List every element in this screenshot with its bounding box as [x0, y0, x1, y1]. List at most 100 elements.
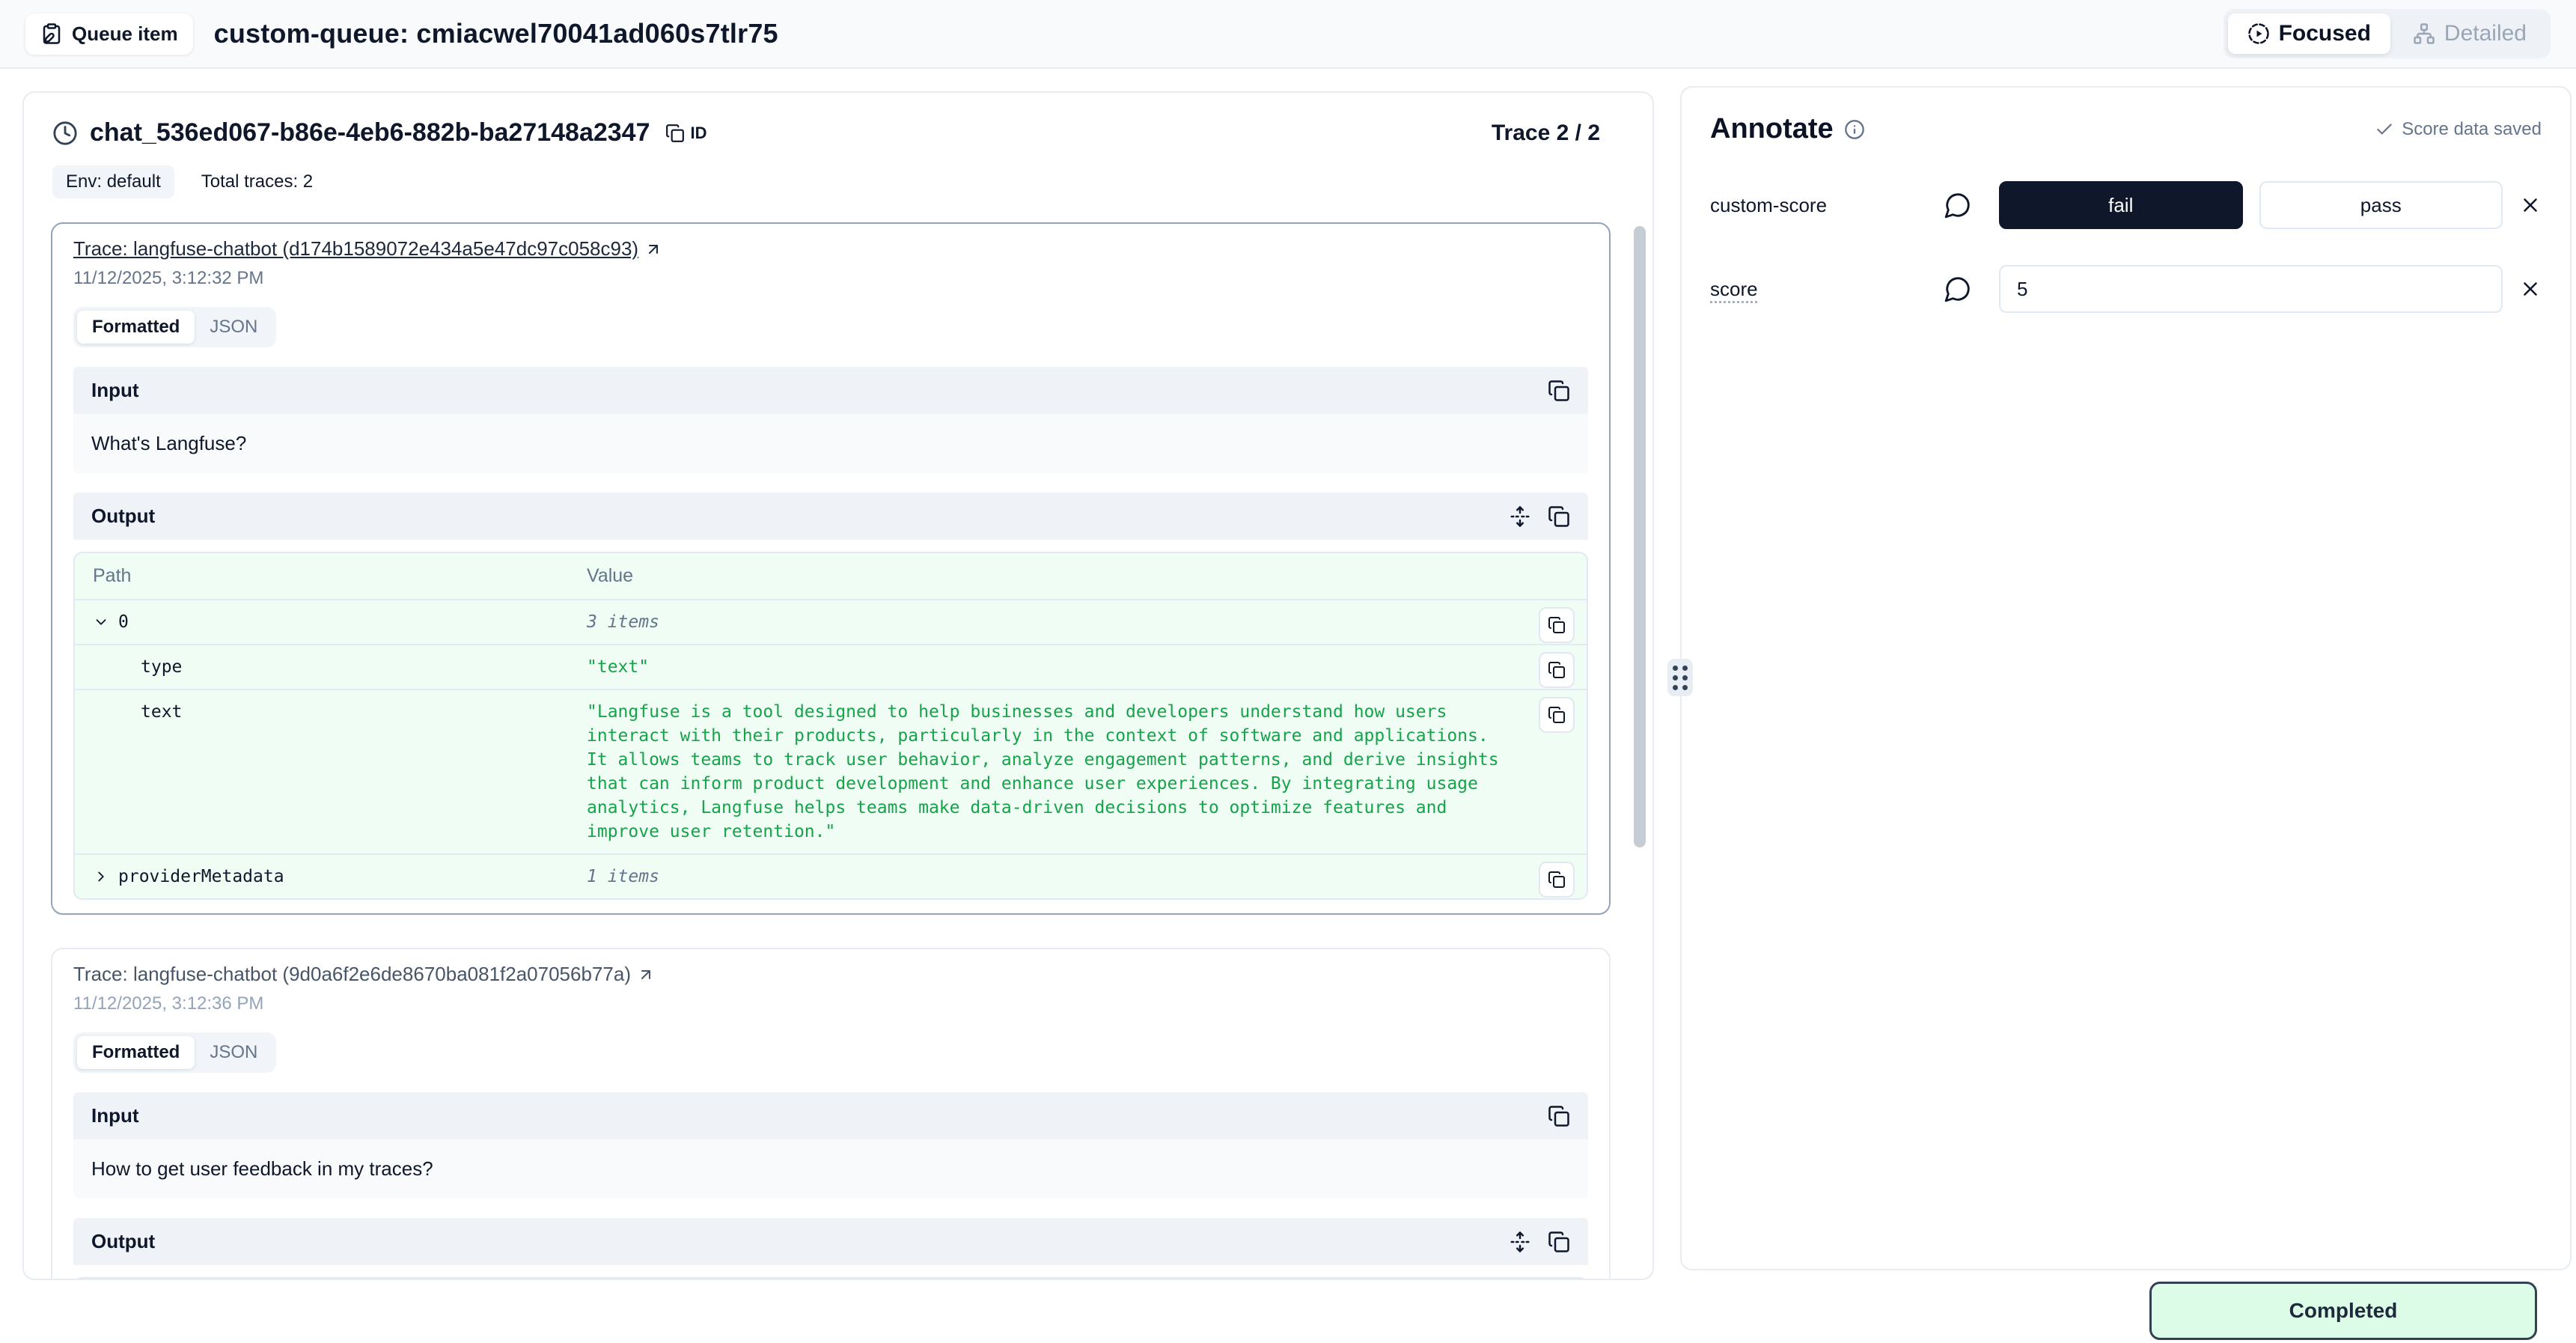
row-key: 0	[118, 610, 129, 634]
chevron-right-icon[interactable]	[93, 868, 109, 885]
score-row-score: score	[1710, 265, 2542, 313]
input-label: Input	[91, 1104, 139, 1127]
score-option-pass[interactable]: pass	[2259, 181, 2503, 229]
output-section-header: Output	[73, 493, 1588, 540]
completed-button[interactable]: Completed	[2149, 1282, 2537, 1340]
table-row: providerMetadata 1 items	[75, 853, 1587, 898]
score-option-fail[interactable]: fail	[1999, 181, 2243, 229]
row-value: "text"	[587, 655, 1569, 679]
tab-formatted[interactable]: Formatted	[77, 311, 195, 344]
format-tabs: Formatted JSON	[73, 307, 276, 347]
copy-row-button[interactable]	[1539, 652, 1575, 688]
copy-output-button[interactable]	[1548, 1231, 1570, 1253]
row-key: providerMetadata	[118, 865, 284, 889]
queue-item-name: chat_536ed067-b86e-4eb6-882b-ba27148a234…	[90, 118, 650, 147]
copy-input-button[interactable]	[1548, 1105, 1570, 1127]
focused-label: Focused	[2279, 21, 2371, 46]
trace-counter: Trace 2 / 2	[1492, 121, 1600, 146]
column-value: Value	[587, 565, 1569, 587]
focused-view-button[interactable]: Focused	[2228, 13, 2390, 54]
input-value: What's Langfuse?	[73, 414, 1588, 473]
comment-icon	[1944, 275, 1972, 303]
annotate-title: Annotate	[1710, 113, 1834, 145]
trace-timestamp: 11/12/2025, 3:12:32 PM	[73, 268, 1588, 289]
json-table-header: Path Value	[75, 553, 1587, 599]
table-row: 0 3 items	[75, 599, 1587, 644]
comment-button[interactable]	[1944, 191, 1972, 219]
content-area: chat_536ed067-b86e-4eb6-882b-ba27148a234…	[0, 69, 2576, 1343]
output-json-table: Path Value 0 3 items type "text"	[73, 552, 1588, 900]
copy-output-button[interactable]	[1548, 505, 1570, 528]
json-table-header: Path Value	[75, 1279, 1587, 1280]
copy-row-button[interactable]	[1539, 862, 1575, 898]
top-bar: Queue item custom-queue: cmiacwel70041ad…	[0, 0, 2576, 69]
trace-timestamp: 11/12/2025, 3:12:36 PM	[73, 993, 1588, 1014]
table-row: type "text"	[75, 644, 1587, 689]
save-status: Score data saved	[2375, 119, 2542, 140]
scrollbar[interactable]	[1634, 226, 1646, 847]
x-icon	[2519, 278, 2542, 300]
page-title: custom-queue: cmiacwel70041ad060s7tlr75	[214, 18, 778, 49]
focus-icon	[2247, 22, 2270, 45]
trace-meta-row: Env: default Total traces: 2	[24, 147, 1652, 198]
trace-link[interactable]: Trace: langfuse-chatbot (9d0a6f2e6de8670…	[73, 963, 655, 986]
copy-id-button[interactable]: ID	[665, 124, 707, 143]
trace-panel-header: chat_536ed067-b86e-4eb6-882b-ba27148a234…	[24, 93, 1652, 147]
check-icon	[2375, 120, 2394, 139]
delete-score-button[interactable]	[2519, 194, 2542, 216]
x-icon	[2519, 194, 2542, 216]
expand-output-button[interactable]	[1509, 505, 1531, 528]
output-label: Output	[91, 1230, 155, 1253]
column-path: Path	[93, 565, 587, 587]
input-label: Input	[91, 379, 139, 402]
row-key: text	[141, 700, 182, 724]
delete-score-button[interactable]	[2519, 278, 2542, 300]
input-section-header: Input	[73, 1092, 1588, 1139]
annotate-header: Annotate Score data saved	[1710, 113, 2542, 145]
total-traces: Total traces: 2	[201, 171, 313, 192]
view-toggle: Focused Detailed	[2224, 9, 2551, 58]
table-row: text "Langfuse is a tool designed to hel…	[75, 689, 1587, 853]
output-json-table: Path Value 0 3 items	[73, 1277, 1588, 1280]
format-tabs: Formatted JSON	[73, 1032, 276, 1073]
copy-icon	[665, 124, 685, 143]
tab-json[interactable]: JSON	[195, 311, 272, 344]
copy-row-button[interactable]	[1539, 607, 1575, 643]
info-icon[interactable]	[1844, 119, 1865, 140]
comment-button[interactable]	[1944, 275, 1972, 303]
trace-link-label: Trace: langfuse-chatbot (d174b1589072e43…	[73, 237, 638, 261]
trace-card: Trace: langfuse-chatbot (9d0a6f2e6de8670…	[51, 948, 1611, 1280]
input-value: How to get user feedback in my traces?	[73, 1139, 1588, 1199]
trace-panel: chat_536ed067-b86e-4eb6-882b-ba27148a234…	[22, 91, 1654, 1280]
comment-icon	[1944, 191, 1972, 219]
chevron-down-icon[interactable]	[93, 614, 109, 630]
row-value: 3 items	[587, 610, 1569, 634]
output-section-header: Output	[73, 1218, 1588, 1265]
expand-output-button[interactable]	[1509, 1231, 1531, 1253]
trace-list: Trace: langfuse-chatbot (d174b1589072e43…	[51, 222, 1611, 1280]
id-label: ID	[691, 124, 707, 143]
trace-card: Trace: langfuse-chatbot (d174b1589072e43…	[51, 222, 1611, 915]
external-link-icon	[637, 966, 655, 984]
score-row-custom-score: custom-score fail pass	[1710, 181, 2542, 229]
tab-json[interactable]: JSON	[195, 1036, 272, 1069]
score-input[interactable]	[1999, 265, 2503, 313]
copy-row-button[interactable]	[1539, 697, 1575, 733]
detailed-view-button[interactable]: Detailed	[2393, 13, 2546, 54]
panel-resize-handle[interactable]	[1667, 659, 1693, 696]
queue-item-badge: Queue item	[25, 13, 193, 55]
annotate-panel: Annotate Score data saved custom-score f…	[1680, 86, 2572, 1270]
copy-input-button[interactable]	[1548, 380, 1570, 402]
save-status-label: Score data saved	[2402, 119, 2542, 140]
score-name: custom-score	[1710, 194, 1927, 217]
tab-formatted[interactable]: Formatted	[77, 1036, 195, 1069]
clock-icon	[52, 121, 78, 146]
env-badge: Env: default	[52, 165, 174, 198]
queue-item-label: Queue item	[72, 22, 178, 46]
row-value: "Langfuse is a tool designed to help bus…	[587, 700, 1569, 844]
score-name: score	[1710, 278, 1927, 301]
trace-link[interactable]: Trace: langfuse-chatbot (d174b1589072e43…	[73, 237, 662, 261]
detailed-label: Detailed	[2444, 21, 2527, 46]
output-label: Output	[91, 505, 155, 528]
row-value: 1 items	[587, 865, 1569, 889]
